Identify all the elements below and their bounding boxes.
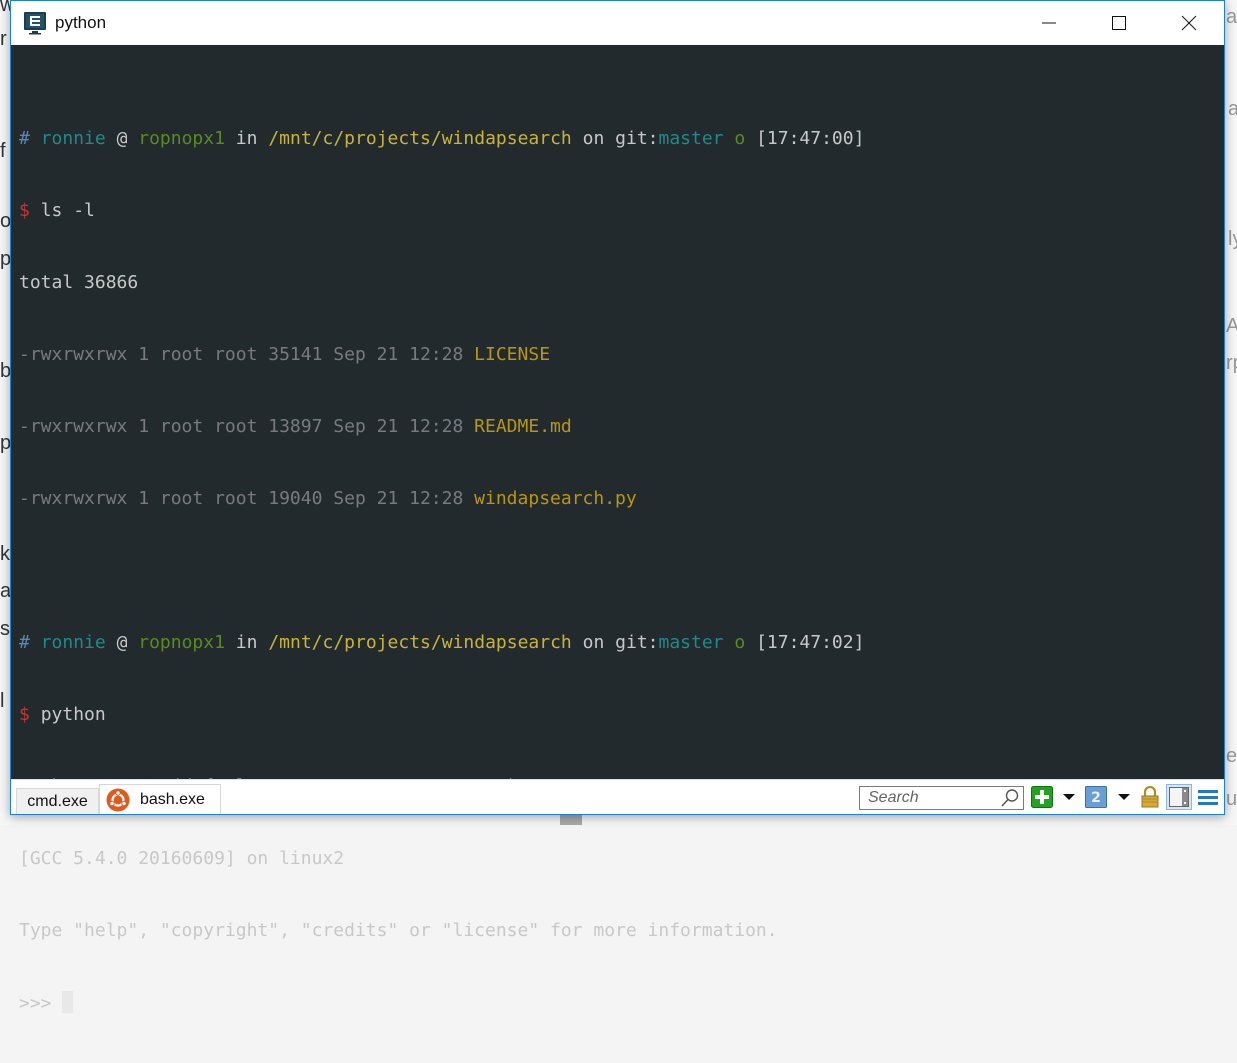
background-letter: e <box>1226 745 1237 767</box>
console-number: 2 <box>1091 790 1101 806</box>
search-input[interactable] <box>866 788 1005 808</box>
ls-entry: -rwxrwxrwx 1 root root 13897 Sep 21 12:2… <box>19 415 1224 439</box>
background-letter: f <box>0 140 6 162</box>
prompt-at: @ <box>116 128 128 149</box>
prompt-time: [17:47:02] <box>756 632 865 653</box>
maximize-button[interactable] <box>1084 1 1154 45</box>
background-letter: r <box>0 28 7 50</box>
repl-prompt: >>> <box>19 993 63 1014</box>
console-app-icon <box>23 11 47 35</box>
ls-entry-meta: -rwxrwxrwx 1 root root 13897 Sep 21 12:2… <box>19 416 464 437</box>
python-banner-line: Type "help", "copyright", "credits" or "… <box>19 920 778 941</box>
search-icon[interactable] <box>1000 788 1020 808</box>
prompt-dollar: $ <box>19 200 30 221</box>
tab-cmd[interactable]: cmd.exe <box>16 788 99 814</box>
ls-entry-name: LICENSE <box>474 344 551 365</box>
title-bar[interactable]: python <box>11 1 1224 45</box>
prompt-time: [17:47:00] <box>756 128 865 149</box>
prompt-on: on <box>582 128 605 149</box>
prompt-on: on <box>582 632 605 653</box>
prompt-user: ronnie <box>40 632 106 653</box>
split-view-icon <box>1169 787 1189 807</box>
prompt-in: in <box>235 128 258 149</box>
lock-button[interactable] <box>1139 786 1161 808</box>
prompt-at: @ <box>116 632 128 653</box>
background-letter: A <box>1226 315 1237 337</box>
ls-entry: -rwxrwxrwx 1 root root 19040 Sep 21 12:2… <box>19 487 1224 511</box>
prompt-git-status: o <box>734 128 746 149</box>
command-line: $ python <box>19 703 1224 727</box>
repl-input-line[interactable]: >>> <box>19 991 1224 1015</box>
minimize-icon <box>1042 22 1056 24</box>
terminal-output[interactable]: # ronnie @ ropnopx1 in /mnt/c/projects/w… <box>11 45 1224 1014</box>
tab-bash[interactable]: bash.exe <box>99 784 221 814</box>
prompt-git-label: git: <box>615 632 659 653</box>
prompt-hash: # <box>19 128 30 149</box>
text-cursor <box>62 991 74 1013</box>
background-letter: ly <box>1228 228 1237 250</box>
split-view-button[interactable] <box>1166 784 1192 810</box>
prompt-branch: master <box>658 128 724 149</box>
command-text: python <box>40 704 106 725</box>
background-letter: ux <box>1226 788 1237 810</box>
prompt-host: ropnopx1 <box>138 128 225 149</box>
prompt-git-status: o <box>734 632 746 653</box>
tab-label: cmd.exe <box>27 792 88 810</box>
background-letter: au <box>1226 6 1237 28</box>
prompt-path: /mnt/c/projects/windapsearch <box>268 632 572 653</box>
menu-button[interactable] <box>1197 786 1219 808</box>
window-title: python <box>55 13 107 32</box>
dropdown-icon <box>1118 794 1130 800</box>
command-text: ls -l <box>40 200 95 221</box>
prompt-user: ronnie <box>40 128 106 149</box>
python-banner-line: [GCC 5.4.0 20160609] on linux2 <box>19 848 345 869</box>
prompt-path: /mnt/c/projects/windapsearch <box>268 128 572 149</box>
background-letter: a <box>1228 98 1237 120</box>
background-letter: s <box>0 618 10 640</box>
prompt-line: # ronnie @ ropnopx1 in /mnt/c/projects/w… <box>19 631 1224 655</box>
ls-entry-meta: -rwxrwxrwx 1 root root 35141 Sep 21 12:2… <box>19 344 464 365</box>
ls-entry-name: README.md <box>474 416 572 437</box>
add-console-dropdown[interactable] <box>1058 786 1080 808</box>
prompt-git-label: git: <box>615 128 659 149</box>
console-number-dropdown[interactable] <box>1113 786 1135 808</box>
command-line: $ ls -l <box>19 199 1224 223</box>
dropdown-icon <box>1063 794 1075 800</box>
prompt-hash: # <box>19 632 30 653</box>
background-letter: k <box>0 543 10 565</box>
close-button[interactable] <box>1154 1 1224 45</box>
ls-entry-name: windapsearch.py <box>474 488 637 509</box>
search-field[interactable] <box>859 786 1024 810</box>
console-number-button[interactable]: 2 <box>1085 786 1107 808</box>
ls-entry: -rwxrwxrwx 1 root root 35141 Sep 21 12:2… <box>19 343 1224 367</box>
ubuntu-icon <box>106 788 130 811</box>
add-console-icon <box>1031 786 1053 808</box>
prompt-host: ropnopx1 <box>138 632 225 653</box>
prompt-dollar: $ <box>19 704 30 725</box>
tab-label: bash.exe <box>140 790 205 808</box>
prompt-line: # ronnie @ ropnopx1 in /mnt/c/projects/w… <box>19 127 1224 151</box>
add-console-button[interactable] <box>1031 786 1053 808</box>
ls-total: total 36866 <box>19 272 139 293</box>
minimize-button[interactable] <box>1014 1 1084 45</box>
background-letter: l <box>0 690 5 712</box>
console-toolbar: cmd.exe bash.exe Search 2 <box>11 779 1224 814</box>
close-icon <box>1181 15 1197 31</box>
lock-icon <box>1141 786 1159 808</box>
console-number-icon: 2 <box>1085 786 1107 808</box>
ls-entry-meta: -rwxrwxrwx 1 root root 19040 Sep 21 12:2… <box>19 488 464 509</box>
maximize-icon <box>1112 16 1126 30</box>
prompt-branch: master <box>658 632 724 653</box>
console-window: python # ronnie @ ropnopx1 in /mnt/c/pro… <box>10 0 1225 1014</box>
menu-icon <box>1198 790 1218 805</box>
prompt-in: in <box>235 632 258 653</box>
background-letter: rp <box>1226 352 1237 374</box>
